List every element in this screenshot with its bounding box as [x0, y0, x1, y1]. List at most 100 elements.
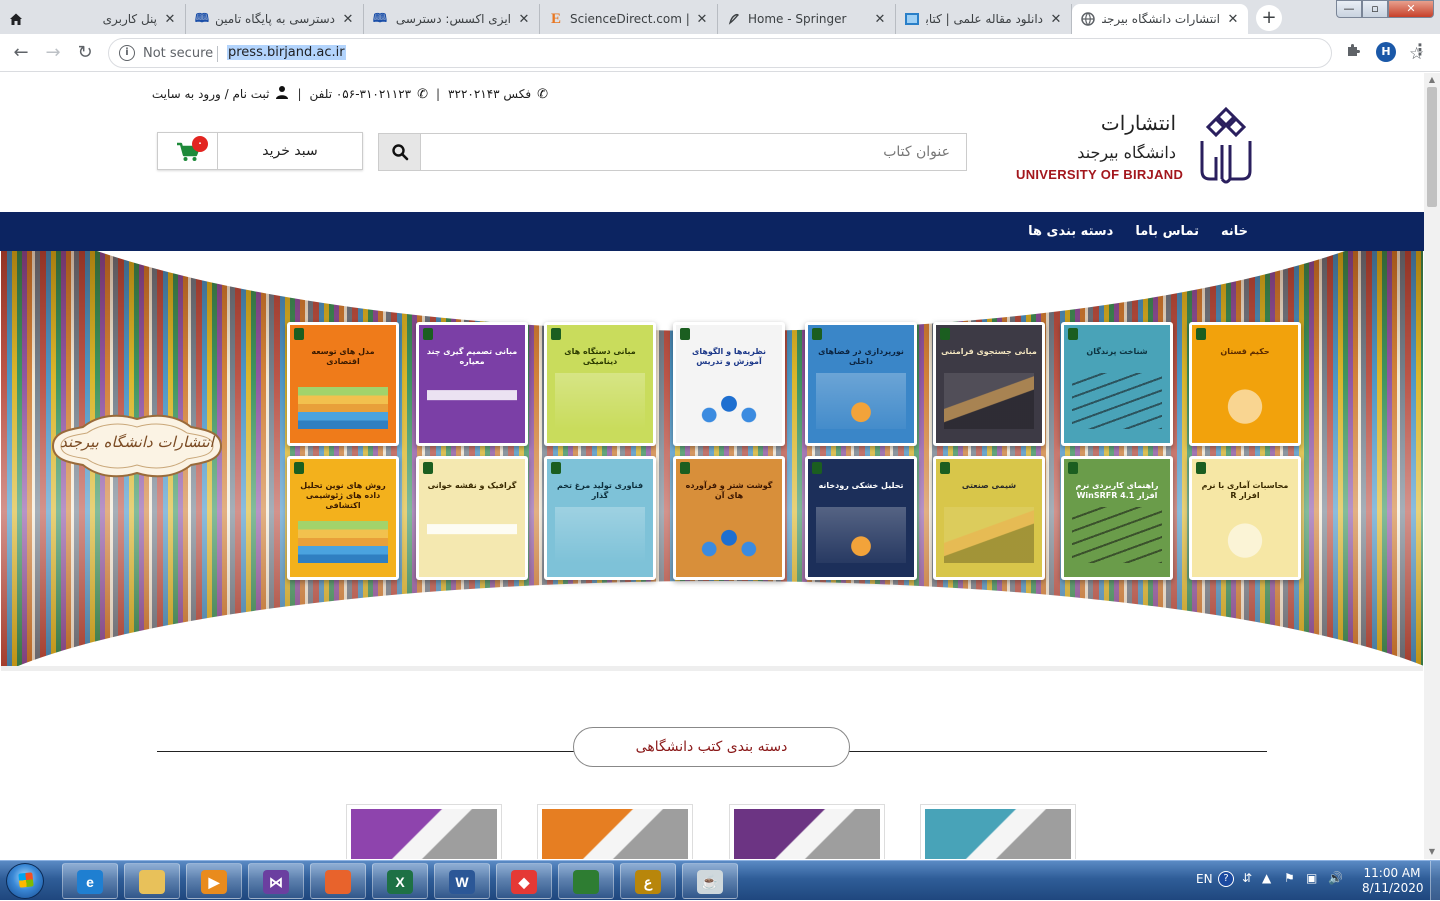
tab-title: پنل کاربری [102, 12, 157, 26]
extensions-puzzle-icon[interactable] [1345, 42, 1361, 62]
taskbar-app[interactable]: W [434, 863, 490, 899]
category-cover [542, 809, 688, 859]
nav-item-contact[interactable]: تماس باما [1135, 224, 1199, 239]
book-cover[interactable]: شناخت پرندگان [1061, 322, 1173, 446]
scroll-down-arrow-icon[interactable]: ▼ [1424, 845, 1440, 859]
web-page: ✆ فکس ۳۲۲۰۲۱۴۳ | ✆ ۰۵۶-۳۱۰۲۱۱۲۳ تلفن | ث… [0, 73, 1424, 859]
tab-easy-access[interactable]: 🕮 ایزی اکسس: دسترسی مستقیم ✕ [364, 4, 540, 34]
search-bar [378, 133, 967, 171]
taskbar-app[interactable]: ▶ [186, 863, 242, 899]
close-tab-icon[interactable]: ✕ [1049, 12, 1063, 27]
clock[interactable]: 11:00 AM 8/11/2020 [1362, 866, 1424, 896]
taskbar-app[interactable] [124, 863, 180, 899]
url-text[interactable]: press.birjand.ac.ir [227, 45, 346, 60]
minimize-button[interactable]: — [1336, 0, 1362, 18]
info-icon[interactable]: i [119, 45, 135, 61]
category-thumbnail[interactable] [537, 804, 693, 859]
book-cover[interactable]: راهنمای کاربردی نرم افزار WinSRFR 4.1 [1061, 456, 1173, 580]
category-thumbnail[interactable] [729, 804, 885, 859]
help-icon[interactable]: ? [1218, 871, 1234, 887]
book-cover[interactable]: فناوری تولید مرغ تخم گذار [544, 456, 656, 580]
network-icon[interactable]: ▣ [1306, 871, 1317, 885]
book-cover[interactable]: مبانی تصمیم گیری چند معیاره [416, 322, 528, 446]
show-desktop-button[interactable] [1430, 861, 1440, 901]
security-status: Not secure [143, 46, 214, 61]
search-icon [392, 144, 409, 161]
tab-title: ایزی اکسس: دسترسی مستقیم [394, 12, 511, 26]
login-link[interactable]: ثبت نام / ورود به سایت [152, 87, 270, 101]
publisher-emblem-icon [1068, 328, 1078, 340]
close-tab-icon[interactable]: ✕ [517, 12, 531, 27]
taskbar-app[interactable]: e [62, 863, 118, 899]
taskbar-app[interactable]: ع [620, 863, 676, 899]
book-cover[interactable]: شیمی صنعتی [933, 456, 1045, 580]
banner-bottom-border [1, 666, 1423, 671]
book-cover[interactable]: تحلیل خشکی رودخانه [805, 456, 917, 580]
tab-birjand-press[interactable]: انتشارات دانشگاه بیرجند - ✕ [1072, 4, 1248, 34]
book-cover-art [1200, 373, 1290, 429]
book-cover[interactable]: نظریه‌ها و الگوهای آموزش و تدریس [673, 322, 785, 446]
tab-user-panel[interactable]: پنل کاربری ✕ [0, 4, 186, 34]
page-scrollbar[interactable]: ▲ ▼ [1424, 73, 1440, 859]
new-tab-button[interactable]: + [1256, 5, 1282, 31]
taskbar-app[interactable]: X [372, 863, 428, 899]
tray-overflow-icon[interactable]: ⇵ [1242, 871, 1252, 885]
maximize-button[interactable]: ▫ [1362, 0, 1388, 18]
search-button[interactable] [379, 134, 421, 170]
search-input[interactable] [421, 134, 966, 170]
tab-resource-portal[interactable]: 🕮 دسترسی به پایگاه تامین منابع ✕ [186, 4, 364, 34]
book-cover[interactable]: مبانی جستجوی فرامتنی [933, 322, 1045, 446]
taskbar-app[interactable] [310, 863, 366, 899]
menu-kebab-icon[interactable]: ⋮ [1412, 40, 1428, 59]
publisher-emblem-icon [1196, 328, 1206, 340]
tab-sciencedirect[interactable]: E ScienceDirect.com | Science ✕ [540, 4, 718, 34]
taskbar-app[interactable] [558, 863, 614, 899]
reload-button[interactable]: ↻ [72, 40, 98, 66]
scroll-thumb[interactable] [1427, 87, 1437, 207]
scroll-up-arrow-icon[interactable]: ▲ [1424, 73, 1440, 87]
address-bar[interactable]: i Not secure press.birjand.ac.ir ☆ [108, 38, 1424, 68]
close-window-button[interactable]: ✕ [1388, 0, 1434, 18]
book-cover[interactable]: مدل های توسعه اقتصادی [287, 322, 399, 446]
book-cover-art [944, 373, 1034, 429]
book-cover[interactable]: محاسبات آماری با نرم افزار R [1189, 456, 1301, 580]
book-cover[interactable]: گرافیک و نقشه خوانی [416, 456, 528, 580]
book-cover[interactable]: مبانی دستگاه های دینامیکی [544, 322, 656, 446]
book-cover-art [684, 507, 774, 563]
nav-item-categories[interactable]: دسته بندی ها [1028, 224, 1113, 239]
site-logo[interactable]: انتشارات دانشگاه بیرجند UNIVERSITY OF BI… [1010, 101, 1260, 191]
close-tab-icon[interactable]: ✕ [341, 12, 355, 27]
back-button[interactable]: ← [8, 40, 34, 66]
language-indicator[interactable]: EN [1196, 872, 1213, 886]
hero-banner[interactable]: انتشارات دانشگاه بیرجند حکیم قستان شناخت … [1, 251, 1423, 671]
system-tray: EN ? ⇵ ▲ ⚑ ▣ 🔊 11:00 AM 8/11/2020 [1190, 861, 1440, 901]
book-cover[interactable]: نورپردازی در فضاهای داخلی [805, 322, 917, 446]
show-hidden-icons-icon[interactable]: ▲ [1262, 871, 1271, 885]
action-center-flag-icon[interactable]: ⚑ [1284, 871, 1295, 885]
tab-springer[interactable]: Home - Springer ✕ [718, 4, 896, 34]
taskbar-app[interactable]: ◆ [496, 863, 552, 899]
taskbar-app[interactable]: ⋈ [248, 863, 304, 899]
close-tab-icon[interactable]: ✕ [1226, 12, 1240, 27]
book-cover[interactable]: گوشت شتر و فرآورده های آن [673, 456, 785, 580]
logo-title: انتشارات [1100, 111, 1176, 135]
forward-button[interactable]: → [40, 40, 66, 66]
close-tab-icon[interactable]: ✕ [695, 12, 709, 27]
close-tab-icon[interactable]: ✕ [873, 12, 887, 27]
close-tab-icon[interactable]: ✕ [163, 12, 177, 27]
category-thumbnail[interactable] [920, 804, 1076, 859]
start-button[interactable] [6, 863, 44, 899]
publisher-emblem-icon [680, 328, 690, 340]
taskbar-app[interactable]: ☕ [682, 863, 738, 899]
book-cover[interactable]: حکیم قستان [1189, 322, 1301, 446]
tab-library[interactable]: دانلود مقاله علمی | کتابخانه ✕ [896, 4, 1072, 34]
category-thumbnail[interactable] [346, 804, 502, 859]
nav-item-home[interactable]: خانه [1221, 224, 1248, 239]
publisher-emblem-icon [680, 462, 690, 474]
book-cover-art [298, 507, 388, 563]
cart-button[interactable]: ۰ سبد خرید [157, 132, 363, 170]
profile-avatar[interactable]: H [1376, 42, 1396, 62]
publisher-emblem-icon [812, 328, 822, 340]
volume-icon[interactable]: 🔊 [1328, 871, 1343, 885]
book-cover[interactable]: روش های نوین تحلیل داده های ژئوشیمی اکتش… [287, 456, 399, 580]
